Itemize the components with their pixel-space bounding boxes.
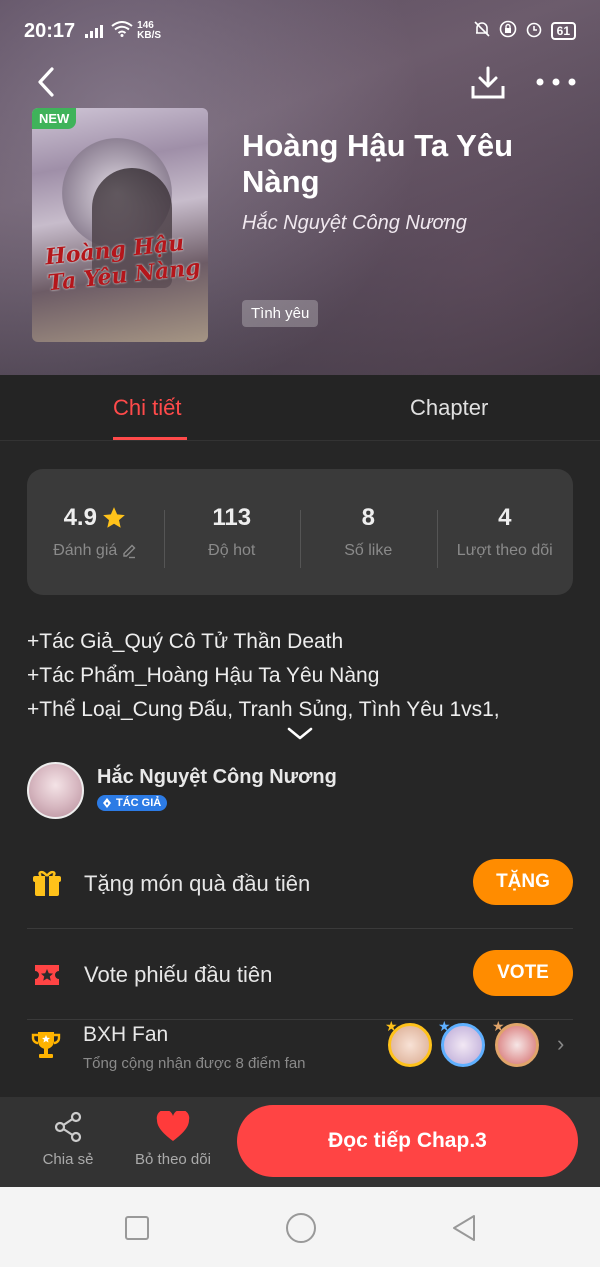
status-bar: 20:17 146 KB/S 61 (0, 0, 600, 62)
vote-label: Vote phiếu đầu tiên (84, 962, 273, 987)
fan-ranking-subtitle: Tổng cộng nhận được 8 điểm fan (83, 1055, 306, 1072)
stat-likes: 8 Số like (300, 504, 437, 568)
continue-reading-button[interactable]: Đọc tiếp Chap.3 (237, 1105, 578, 1177)
more-options-button[interactable] (534, 70, 578, 94)
ticket-icon (35, 965, 59, 985)
download-button[interactable] (468, 64, 508, 104)
bottom-action-bar: Chia sẻ Bỏ theo dõi Đọc tiếp Chap.3 (0, 1097, 600, 1187)
description-line: +Tác Phẩm_Hoàng Hậu Ta Yêu Nàng (27, 664, 380, 687)
system-nav-bar (0, 1187, 600, 1267)
gift-button[interactable]: TẶNG (473, 859, 573, 905)
detail-content: 4.9 Đánh giá 113 Độ hot 8 Số like 4 Lượt… (0, 441, 600, 1097)
gift-label: Tặng món quà đầu tiên (84, 871, 311, 896)
status-time: 20:17 (24, 19, 76, 42)
tab-detail[interactable]: Chi tiết (113, 395, 181, 421)
stats-card: 4.9 Đánh giá 113 Độ hot 8 Số like 4 Lượt… (27, 469, 573, 595)
tab-chapter[interactable]: Chapter (410, 395, 488, 421)
wifi-icon (111, 20, 133, 42)
fan-avatar[interactable]: ★ (385, 1018, 432, 1067)
vote-row: Vote phiếu đầu tiên VOTE (27, 930, 573, 1020)
share-icon (54, 1111, 82, 1143)
more-icon (536, 78, 576, 86)
cover-title: Hoàng Hậu Ta Yêu Nàng (43, 229, 202, 297)
tab-bar: Chi tiết Chapter (0, 375, 600, 441)
chevron-right-icon[interactable]: › (557, 1031, 564, 1057)
pen-nib-icon (103, 798, 111, 808)
author-card[interactable]: Hắc Nguyệt Công Nương TÁC GIẢ (27, 762, 573, 820)
stat-follows: 4 Lượt theo dõi (436, 504, 574, 568)
active-tab-indicator (113, 437, 187, 440)
download-icon (471, 66, 505, 99)
book-cover: Hoàng Hậu Ta Yêu Nàng (32, 108, 208, 342)
back-button[interactable] (30, 64, 66, 100)
genre-tag[interactable]: Tình yêu (242, 300, 319, 327)
back-nav-icon[interactable] (450, 1213, 478, 1243)
author-badge: TÁC GIẢ (97, 795, 168, 811)
fan-ranking-title: BXH Fan (83, 1023, 169, 1046)
book-author: Hắc Nguyệt Công Nương (242, 212, 467, 234)
new-badge: NEW (32, 108, 77, 129)
description-line: +Thể Loại_Cung Đấu, Tranh Sủng, Tình Yêu… (27, 698, 500, 721)
book-header: 20:17 146 KB/S 61 Hoàng Hậu Ta Yêu Nàng N… (0, 0, 600, 375)
network-speed: 146 KB/S (137, 20, 162, 41)
lock-rotation-icon (499, 20, 517, 43)
heart-icon (156, 1111, 190, 1141)
battery-level: 61 (550, 22, 576, 40)
author-name[interactable]: Hắc Nguyệt Công Nương (97, 766, 337, 789)
vote-button[interactable]: VOTE (473, 950, 573, 996)
home-button[interactable] (286, 1213, 316, 1243)
alarm-icon (525, 20, 543, 43)
stat-rating[interactable]: 4.9 Đánh giá (27, 504, 164, 560)
expand-description-button[interactable] (287, 726, 313, 742)
signal-icon (85, 24, 104, 38)
stat-hot: 113 Độ hot (163, 504, 301, 568)
share-button[interactable]: Chia sẻ (28, 1111, 108, 1168)
fan-avatar[interactable]: ★ (438, 1018, 485, 1067)
book-title: Hoàng Hậu Ta Yêu Nàng (242, 128, 514, 199)
author-avatar[interactable] (27, 762, 84, 819)
fan-avatar[interactable]: ★ (492, 1018, 539, 1067)
recent-apps-button[interactable] (125, 1216, 149, 1240)
chevron-down-icon (287, 727, 313, 740)
gift-icon (33, 870, 61, 896)
unfollow-button[interactable]: Bỏ theo dõi (133, 1111, 213, 1168)
description-line: +Tác Giả_Quý Cô Tử Thần Death (27, 630, 344, 653)
fan-ranking-row[interactable]: BXH Fan Tổng cộng nhận được 8 điểm fan ★… (27, 1018, 573, 1097)
trophy-icon (31, 1032, 61, 1058)
star-icon (103, 507, 125, 528)
edit-icon (123, 544, 136, 559)
book-description: +Tác Giả_Quý Cô Tử Thần Death +Tác Phẩm_… (27, 625, 577, 727)
gift-row: Tặng món quà đầu tiên TẶNG (27, 839, 573, 929)
mute-icon (473, 20, 491, 43)
